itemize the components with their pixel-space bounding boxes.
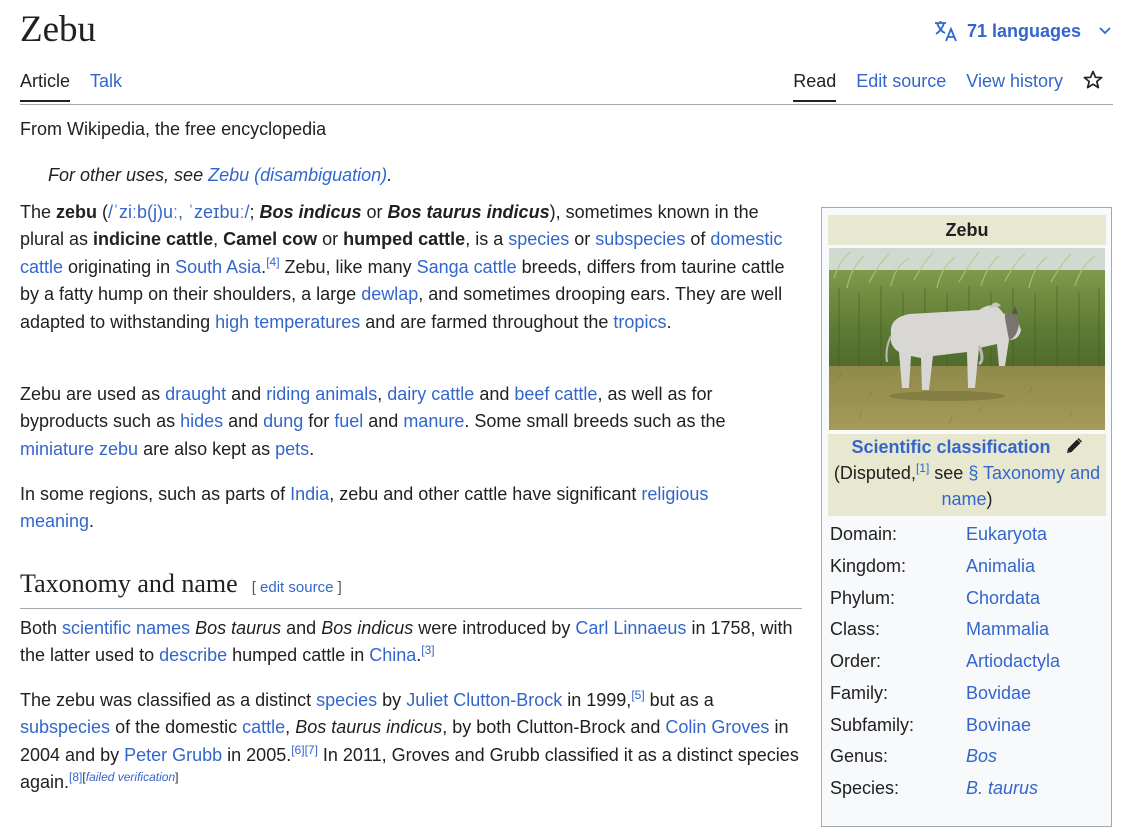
translate-icon bbox=[934, 21, 957, 42]
link-fuel[interactable]: fuel bbox=[334, 411, 363, 431]
ref-8[interactable]: [8] bbox=[69, 770, 82, 784]
taxon-row-subfamily: Subfamily: Bovinae bbox=[830, 709, 1110, 741]
link-subspecies-2[interactable]: subspecies bbox=[20, 717, 110, 737]
intro-paragraph-1: The zebu (/ˈziːb(j)uː, ˈzeɪbuː/; Bos ind… bbox=[20, 202, 785, 332]
page-title: Zebu bbox=[20, 9, 97, 50]
link-south-asia[interactable]: South Asia bbox=[175, 257, 261, 277]
taxon-row-family: Family: Bovidae bbox=[830, 677, 1110, 709]
link-riding-animals[interactable]: riding animals bbox=[266, 384, 377, 404]
link-draught[interactable]: draught bbox=[165, 384, 226, 404]
link-carl-linnaeus[interactable]: Carl Linnaeus bbox=[575, 618, 686, 638]
tab-talk[interactable]: Talk bbox=[90, 66, 122, 100]
taxon-link[interactable]: Animalia bbox=[966, 550, 1035, 582]
taxon-row-order: Order: Artiodactyla bbox=[830, 645, 1110, 677]
language-selector[interactable]: 71 languages bbox=[933, 16, 1113, 46]
classification-heading[interactable]: Scientific classification bbox=[851, 437, 1050, 457]
link-manure[interactable]: manure bbox=[403, 411, 464, 431]
edit-source-link[interactable]: edit source bbox=[260, 579, 333, 596]
zebu-photo-illustration bbox=[829, 248, 1105, 430]
link-sanga-cattle[interactable]: Sanga cattle bbox=[417, 257, 517, 277]
disputed-note: (Disputed,[1] see § Taxonomy and name) bbox=[833, 461, 1101, 509]
taxon-link[interactable]: B. taurus bbox=[966, 772, 1038, 804]
section-heading-text: Taxonomy and name bbox=[20, 569, 238, 598]
infobox: Zebu Scientific classification (Disputed… bbox=[821, 207, 1112, 827]
intro-paragraph-3: In some regions, such as parts of India,… bbox=[20, 484, 709, 532]
pencil-icon[interactable] bbox=[1065, 437, 1083, 455]
ref-3[interactable]: [3] bbox=[421, 643, 434, 657]
ref-7[interactable]: [7] bbox=[305, 743, 318, 757]
tagline: From Wikipedia, the free encyclopedia bbox=[20, 119, 327, 139]
chevron-down-icon bbox=[1099, 27, 1111, 35]
link-species-2[interactable]: species bbox=[316, 690, 377, 710]
ipa-link[interactable]: /ˈziːb(j)uː, ˈzeɪbuː/ bbox=[108, 202, 249, 222]
link-miniature-zebu[interactable]: miniature zebu bbox=[20, 439, 138, 459]
failed-verification-link[interactable]: failed verification bbox=[86, 770, 175, 784]
link-dung[interactable]: dung bbox=[263, 411, 303, 431]
zebu-photo[interactable] bbox=[829, 248, 1105, 430]
tab-article[interactable]: Article bbox=[20, 66, 71, 102]
intro-paragraph-2: Zebu are used as draught and riding anim… bbox=[20, 384, 726, 459]
link-describe[interactable]: describe bbox=[159, 645, 227, 665]
link-pets[interactable]: pets bbox=[275, 439, 309, 459]
taxon-row-phylum: Phylum: Chordata bbox=[830, 582, 1110, 614]
taxon-link[interactable]: Bos bbox=[966, 740, 997, 772]
taxon-link[interactable]: Bovidae bbox=[966, 677, 1031, 709]
star-icon[interactable] bbox=[1083, 70, 1103, 90]
link-high-temperatures[interactable]: high temperatures bbox=[215, 312, 360, 332]
tab-edit-source[interactable]: Edit source bbox=[856, 66, 946, 100]
link-dewlap[interactable]: dewlap bbox=[361, 284, 418, 304]
header-divider bbox=[20, 104, 1113, 105]
section-edit: [ edit source ] bbox=[251, 579, 342, 596]
link-tropics[interactable]: tropics bbox=[613, 312, 666, 332]
taxon-link[interactable]: Mammalia bbox=[966, 613, 1049, 645]
link-juliet-clutton-brock[interactable]: Juliet Clutton-Brock bbox=[406, 690, 562, 710]
link-species[interactable]: species bbox=[508, 229, 569, 249]
taxon-link[interactable]: Chordata bbox=[966, 582, 1040, 614]
ref-1[interactable]: [1] bbox=[916, 461, 929, 475]
link-colin-groves[interactable]: Colin Groves bbox=[665, 717, 769, 737]
view-tabs: Read Edit source View history bbox=[793, 66, 1103, 102]
taxon-link[interactable]: Eukaryota bbox=[966, 518, 1047, 550]
hatnote: For other uses, see Zebu (disambiguation… bbox=[48, 165, 393, 185]
link-china[interactable]: China bbox=[369, 645, 416, 665]
link-scientific-names[interactable]: scientific names bbox=[62, 618, 190, 638]
link-dairy-cattle[interactable]: dairy cattle bbox=[387, 384, 474, 404]
namespace-tabs: Article Talk bbox=[20, 66, 122, 102]
link-hides[interactable]: hides bbox=[180, 411, 223, 431]
ref-4[interactable]: [4] bbox=[266, 255, 279, 269]
taxonomy-paragraph-1: Both scientific names Bos taurus and Bos… bbox=[20, 618, 793, 666]
taxon-row-genus: Genus: Bos bbox=[830, 740, 1110, 772]
scientific-classification: Scientific classification (Disputed,[1] … bbox=[828, 434, 1106, 516]
taxon-link[interactable]: Artiodactyla bbox=[966, 645, 1060, 677]
taxonomy-paragraph-2: The zebu was classified as a distinct sp… bbox=[20, 688, 799, 793]
taxon-row-class: Class: Mammalia bbox=[830, 613, 1110, 645]
link-cattle[interactable]: cattle bbox=[242, 717, 285, 737]
tab-view-history[interactable]: View history bbox=[966, 66, 1063, 100]
taxon-row-kingdom: Kingdom: Animalia bbox=[830, 550, 1110, 582]
link-peter-grubb[interactable]: Peter Grubb bbox=[124, 745, 222, 765]
ref-5[interactable]: [5] bbox=[631, 688, 644, 702]
link-beef-cattle[interactable]: beef cattle bbox=[514, 384, 597, 404]
taxon-row-domain: Domain: Eukaryota bbox=[830, 518, 1110, 550]
disambiguation-link[interactable]: Zebu (disambiguation) bbox=[208, 165, 387, 185]
link-india[interactable]: India bbox=[290, 484, 329, 504]
link-subspecies[interactable]: subspecies bbox=[595, 229, 685, 249]
ref-6[interactable]: [6] bbox=[291, 743, 304, 757]
tab-read[interactable]: Read bbox=[793, 66, 837, 102]
infobox-title: Zebu bbox=[828, 215, 1106, 245]
section-heading-taxonomy: Taxonomy and name [ edit source ] bbox=[20, 566, 802, 609]
taxon-row-species: Species: B. taurus bbox=[830, 772, 1110, 804]
taxon-link[interactable]: Bovinae bbox=[966, 709, 1031, 741]
languages-label: 71 languages bbox=[966, 20, 1081, 41]
